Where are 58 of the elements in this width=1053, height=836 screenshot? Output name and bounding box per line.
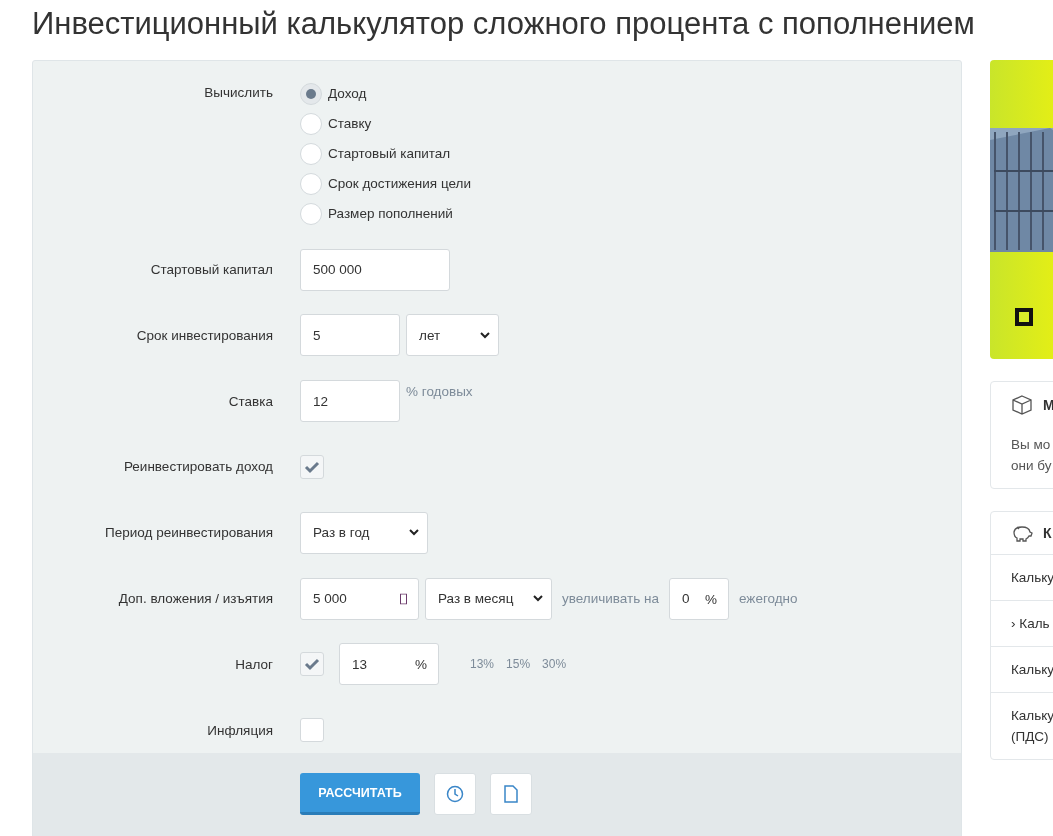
radio-option[interactable]: Срок достижения цели bbox=[300, 172, 961, 195]
unit-label: % годовых bbox=[406, 384, 473, 400]
radio-label[interactable]: Ставку bbox=[328, 116, 372, 132]
field-label: Ставка bbox=[227, 393, 273, 409]
input-field[interactable]: 12 bbox=[300, 380, 400, 423]
radio-button[interactable] bbox=[300, 142, 322, 165]
card-title: К bbox=[1043, 525, 1052, 541]
history-button[interactable] bbox=[434, 773, 476, 815]
cube-icon bbox=[1011, 394, 1033, 416]
check-icon bbox=[304, 657, 320, 672]
radio-label[interactable]: Стартовый капитал bbox=[328, 146, 451, 162]
sidebar-link[interactable]: Каль bbox=[1019, 616, 1050, 631]
field-label: Срок инвестирования bbox=[135, 327, 273, 343]
text-label: ежегодно bbox=[739, 591, 798, 607]
page-title: Инвестиционный калькулятор сложного процента с пополнением bbox=[31, 5, 976, 43]
document-icon bbox=[504, 785, 518, 803]
dropdown[interactable]: Раз в месяц bbox=[425, 577, 552, 620]
card-text: они бу bbox=[1011, 457, 1053, 475]
radio-option[interactable]: Размер пополнений bbox=[300, 202, 961, 225]
radio-label[interactable]: Размер пополнений bbox=[328, 206, 453, 222]
field-label: Доп. вложения / изъятия bbox=[117, 591, 273, 607]
radio-button[interactable] bbox=[300, 202, 322, 225]
dropdown[interactable]: лет bbox=[406, 314, 499, 357]
checkbox[interactable] bbox=[300, 455, 324, 479]
clock-icon bbox=[446, 785, 464, 803]
dropdown[interactable]: Раз в год bbox=[300, 511, 428, 554]
check-icon bbox=[304, 460, 320, 474]
checkbox[interactable] bbox=[300, 718, 324, 743]
input-field[interactable]: 5 000 bbox=[300, 577, 419, 620]
unit-label: % bbox=[705, 591, 717, 607]
radio-button[interactable] bbox=[300, 172, 322, 195]
field-label: Стартовый капитал bbox=[149, 262, 273, 278]
radio-option[interactable]: Доход bbox=[300, 82, 961, 105]
field-label: Вычислить bbox=[203, 84, 273, 100]
chevron-icon: › bbox=[1011, 616, 1016, 631]
field-label: Реинвестировать доход bbox=[122, 459, 273, 475]
caret-icon bbox=[533, 595, 543, 603]
checkbox[interactable] bbox=[300, 652, 324, 677]
field-label: Налог bbox=[234, 656, 273, 672]
document-button[interactable] bbox=[490, 773, 532, 815]
field-label: Инфляция bbox=[206, 722, 273, 738]
input-field[interactable]: 500 000 bbox=[300, 248, 450, 291]
currency-icon bbox=[400, 593, 407, 605]
radio-option[interactable]: Ставку bbox=[300, 112, 961, 135]
radio-button[interactable] bbox=[300, 82, 322, 105]
radio-button[interactable] bbox=[300, 112, 322, 135]
field-label: Период реинвестирования bbox=[104, 525, 273, 541]
card-title: М bbox=[1043, 397, 1053, 413]
caret-icon bbox=[480, 331, 490, 339]
text-label: увеличивать на bbox=[562, 591, 659, 607]
radio-option[interactable]: Стартовый капитал bbox=[300, 142, 961, 165]
radio-label[interactable]: Срок достижения цели bbox=[328, 176, 471, 192]
card-text: Вы мо bbox=[1011, 436, 1052, 454]
caret-icon bbox=[409, 529, 419, 537]
radio-label[interactable]: Доход bbox=[328, 86, 367, 102]
input-field[interactable]: 5 bbox=[300, 314, 400, 357]
unit-label: % bbox=[415, 656, 427, 672]
piggy-bank-icon bbox=[1011, 524, 1033, 542]
